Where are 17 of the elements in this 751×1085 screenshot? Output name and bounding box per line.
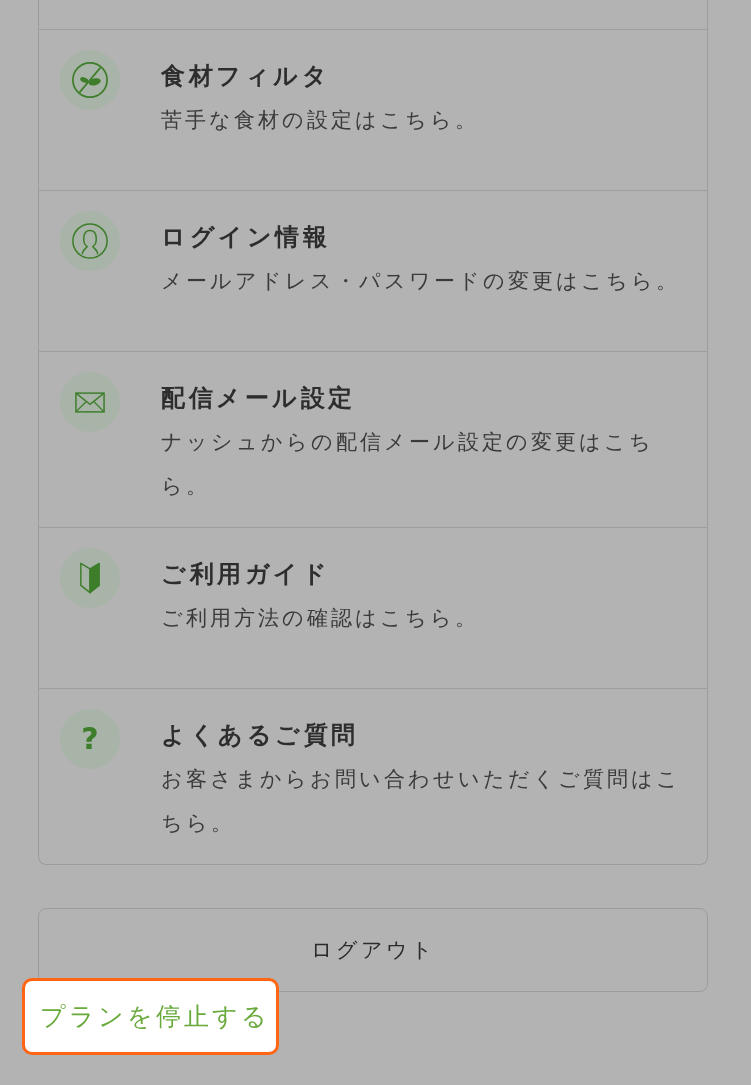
- menu-item[interactable]: ログイン情報 メールアドレス・パスワードの変更はこちら。: [39, 191, 707, 352]
- menu-item-description: ご利用方法の確認はこちら。: [161, 605, 480, 632]
- menu-item-description: ナッシュからの配信メール設定の変更はこちら。: [161, 429, 655, 500]
- menu-item-title: ご利用ガイド: [161, 559, 331, 590]
- menu-item[interactable]: 配信メール設定 ナッシュからの配信メール設定の変更はこちら。: [39, 352, 707, 528]
- menu-item-description: 苦手な食材の設定はこちら。: [161, 107, 480, 134]
- menu-item-title: ログイン情報: [161, 222, 331, 253]
- menu-item-description: メールアドレス・パスワードの変更はこちら。: [161, 268, 681, 295]
- menu-item-description: お客さまからお問い合わせいただくご質問はこちら。: [161, 766, 682, 837]
- menu-item-title: よくあるご質問: [161, 720, 360, 751]
- menu-item[interactable]: ご利用ガイド ご利用方法の確認はこちら。: [39, 528, 707, 689]
- question-mark-icon: ?: [60, 709, 120, 769]
- menu-item-title: 食材フィルタ: [161, 61, 331, 92]
- menu-item[interactable]: ? よくあるご質問 お客さまからお問い合わせいただくご質問はこちら。: [39, 689, 707, 864]
- menu-item-title: 配信メール設定: [161, 383, 357, 414]
- menu-item[interactable]: 食材フィルタ 苦手な食材の設定はこちら。: [39, 30, 707, 191]
- logout-button[interactable]: ログアウト: [38, 908, 708, 992]
